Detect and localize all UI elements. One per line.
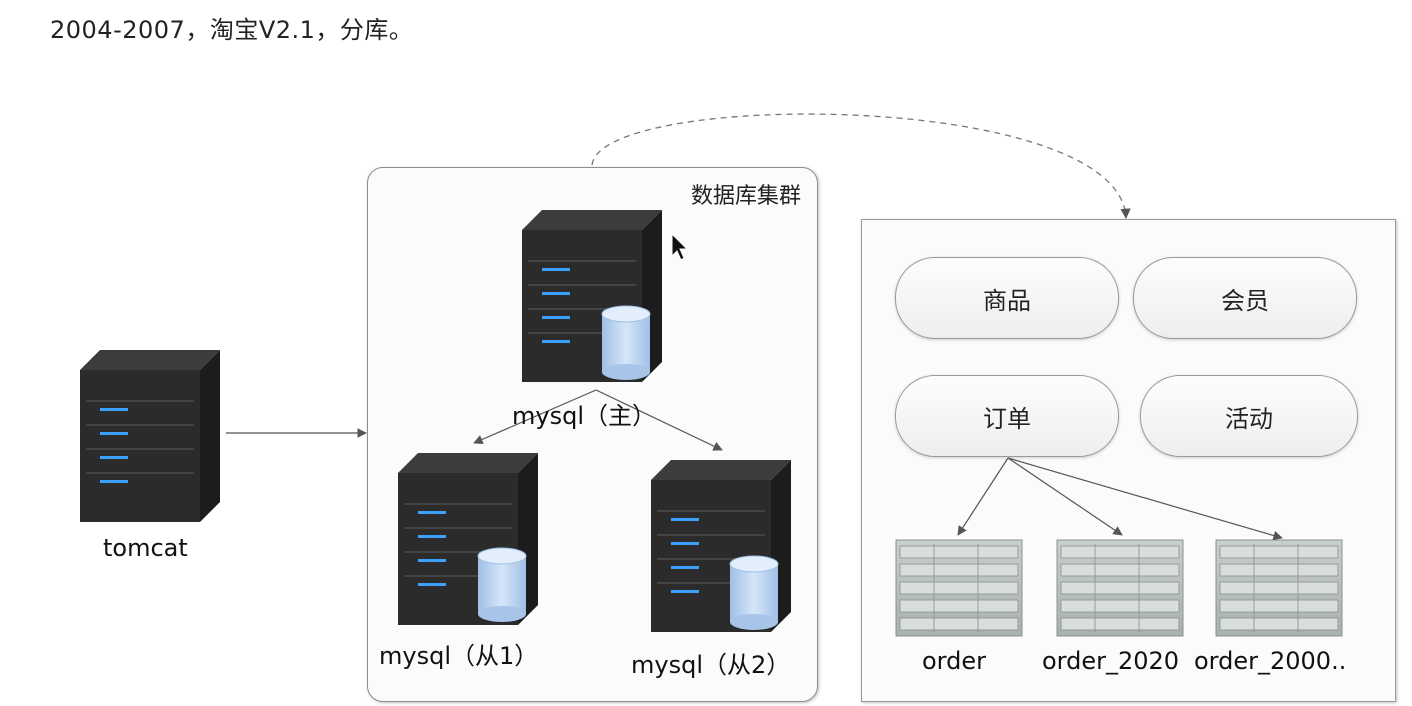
order-to-table-order-arrow	[957, 457, 1009, 536]
cluster-to-sharding-dashed-arrow	[591, 113, 1131, 220]
table-order-2020-label: order_2020	[1042, 647, 1180, 675]
order-to-table-2020-arrow	[1007, 457, 1123, 536]
diagram-canvas: 2004-2007，淘宝V2.1，分库。 数据库集群 商品 会员 订单 活动 t…	[0, 0, 1412, 706]
slave2-database-icon	[729, 555, 779, 631]
diagram-graphics	[80, 113, 1343, 637]
table-order-2020-icon	[1056, 539, 1184, 637]
table-order-2000-label: order_2000..	[1194, 647, 1347, 675]
tomcat-server-icon	[80, 350, 220, 522]
table-order-icon	[895, 539, 1023, 637]
slave2-label: mysql（从2）	[631, 651, 791, 679]
order-to-table-2000-arrow	[1007, 457, 1283, 541]
slave1-label: mysql（从1）	[379, 642, 539, 670]
table-order-2000-icon	[1215, 539, 1343, 637]
table-order-label: order	[922, 647, 986, 675]
slave1-database-icon	[477, 547, 527, 623]
master-label: mysql（主）	[512, 402, 656, 430]
mouse-cursor-icon	[671, 232, 689, 261]
tomcat-label: tomcat	[103, 534, 188, 562]
master-database-icon	[601, 305, 651, 381]
